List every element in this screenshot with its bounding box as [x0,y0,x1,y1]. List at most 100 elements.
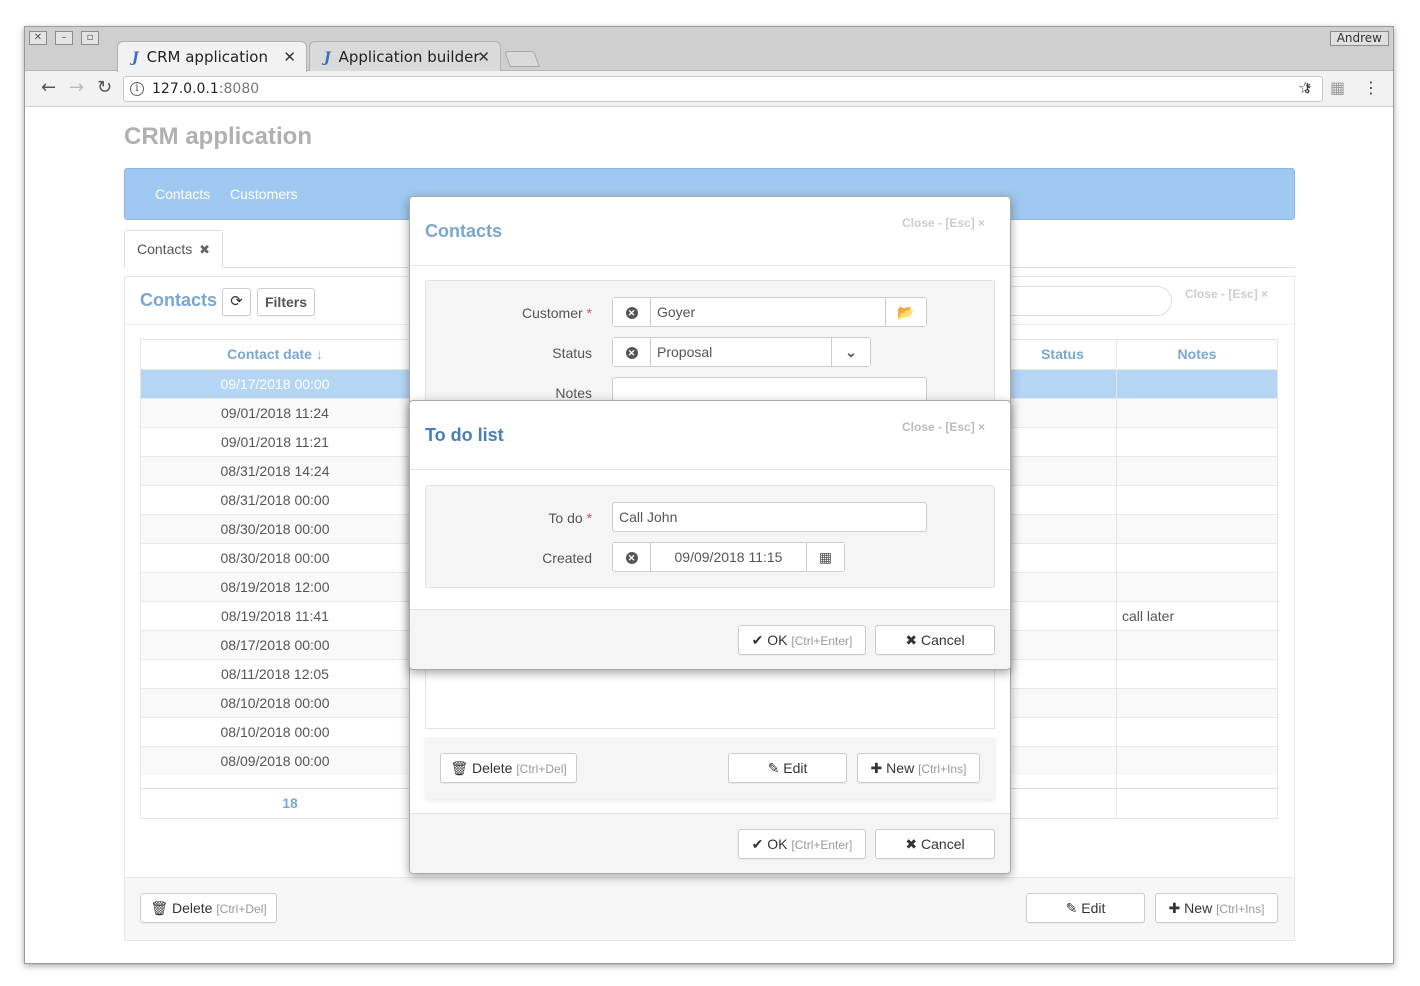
contact-date-cell: 08/11/2018 12:05 [221,666,329,682]
sort-desc-icon: ↓ [311,346,323,362]
bookmark-star-icon[interactable]: ☆ [1298,79,1312,97]
notes-cell: call later [1122,608,1175,624]
refresh-icon: ⟳ [230,293,243,310]
browser-menu-icon[interactable]: ⋮ [1363,79,1379,97]
dialog-title: Contacts [425,221,503,241]
contact-date-cell: 09/01/2018 11:24 [221,405,329,421]
cancel-button[interactable]: ✖ Cancel [875,625,995,655]
calendar-icon[interactable]: ▦ [806,543,844,571]
page-tab-contacts[interactable]: Contacts ✖ [124,230,223,268]
close-icon: ✖ [905,632,918,648]
nav-contacts[interactable]: Contacts [155,186,210,202]
new-tab-button[interactable] [504,51,540,67]
todo-action-bar: 🗑 Delete [Ctrl+Del] ✎ Edit ✚ New [Ctrl+I… [425,737,995,799]
browser-toolbar: ← → ↻ i 127.0.0.1:8080 ⚷ ☆ ▦ ⋮ [25,71,1393,107]
column-divider [1116,340,1117,818]
contact-date-cell: 08/10/2018 00:00 [220,724,330,740]
reload-icon[interactable]: ↻ [97,79,112,97]
contact-date-cell: 08/17/2018 00:00 [220,637,330,653]
status-label: Status [552,345,592,361]
chevron-down-icon[interactable]: ⌄ [831,338,870,366]
todo-input[interactable]: Call John [612,502,927,532]
column-header-notes[interactable]: Notes [1117,340,1277,369]
contact-date-cell: 08/31/2018 14:24 [220,463,330,479]
trash-icon: 🗑 [150,900,169,916]
refresh-button[interactable]: ⟳ [222,288,251,316]
window-minimize-icon[interactable]: – [55,31,73,45]
edit-icon: ✎ [1065,900,1078,916]
new-button[interactable]: ✚ New [Ctrl+Ins] [1155,893,1278,923]
app-favicon-icon: J [324,50,331,66]
status-select[interactable]: ✕ Proposal ⌄ [612,337,871,367]
address-bar[interactable]: i 127.0.0.1:8080 ⚷ [123,76,1323,102]
todo-delete-button[interactable]: 🗑 Delete [Ctrl+Del] [440,753,577,783]
created-label: Created [542,550,592,566]
todo-dialog: To do list Close - [Esc] × To do * Call … [409,400,1011,670]
tab-label: CRM application [146,48,268,66]
panel-action-bar: 🗑 Delete [Ctrl+Del] ✎ Edit ✚ New [Ctrl+I… [125,877,1294,940]
created-value: 09/09/2018 11:15 [674,549,783,565]
tab-close-icon[interactable]: ✕ [283,42,296,72]
dialog-divider [410,265,1010,266]
page-tab-label: Contacts [137,241,193,257]
created-datetime-field[interactable]: ✕ 09/09/2018 11:15 ▦ [612,542,845,572]
forward-arrow-icon[interactable]: → [69,79,84,97]
contact-date-cell: 08/30/2018 00:00 [220,521,330,537]
extensions-icon[interactable]: ▦ [1330,79,1345,97]
check-icon: ✔ [751,632,764,648]
notes-label: Notes [555,385,592,401]
dialog-close-hint[interactable]: Close - [Esc] × [902,216,985,230]
panel-close-hint[interactable]: Close - [Esc] × [1185,287,1268,301]
column-header-contact-date[interactable]: Contact date ↓ [141,340,409,369]
trash-icon: 🗑 [450,760,469,776]
contact-date-cell: 08/09/2018 00:00 [220,753,330,769]
todo-new-button[interactable]: ✚ New [Ctrl+Ins] [857,753,980,783]
todo-edit-button[interactable]: ✎ Edit [728,753,847,783]
check-icon: ✔ [751,836,764,852]
customer-field[interactable]: ✕ Goyer 📂 [612,297,927,327]
profile-user-badge[interactable]: Andrew [1329,31,1389,46]
delete-button[interactable]: 🗑 Delete [Ctrl+Del] [140,893,277,923]
contact-date-cell: 08/10/2018 00:00 [220,695,330,711]
clear-icon[interactable]: ✕ [613,298,651,326]
todo-value: Call John [619,509,678,525]
site-info-icon[interactable]: i [130,82,144,96]
customer-label: Customer * [521,305,592,321]
ok-button[interactable]: ✔ OK [Ctrl+Enter] [738,625,866,655]
dialog-close-hint[interactable]: Close - [Esc] × [902,420,985,434]
dialog-title: To do list [425,425,504,445]
contact-date-cell: 09/01/2018 11:21 [221,434,329,450]
contact-date-cell: 08/31/2018 00:00 [220,492,330,508]
clear-icon[interactable]: ✕ [613,543,651,571]
window-close-icon[interactable]: ✕ [29,31,47,45]
back-arrow-icon[interactable]: ← [41,79,56,97]
dialog-divider [410,469,1010,470]
contact-date-cell: 08/19/2018 11:41 [221,608,329,624]
edit-icon: ✎ [767,760,780,776]
contact-dialog-footer: ✔ OK [Ctrl+Enter] ✖ Cancel [410,813,1010,873]
folder-open-icon[interactable]: 📂 [885,298,926,326]
cancel-button[interactable]: ✖ Cancel [875,829,995,859]
status-value: Proposal [657,344,713,360]
contact-date-cell: 08/30/2018 00:00 [220,550,330,566]
column-header-status[interactable]: Status [1009,340,1116,369]
browser-tab-builder[interactable]: J Application builder ✕ [309,41,501,72]
browser-titlebar: ✕ – ▫ Andrew J CRM application ✕ J Applica… [25,27,1393,72]
close-tab-icon[interactable]: ✖ [199,242,210,257]
filters-button[interactable]: Filters [257,288,315,316]
contact-date-cell: 09/17/2018 00:00 [220,376,330,392]
tab-close-icon[interactable]: ✕ [477,42,490,72]
app-favicon-icon: J [132,50,139,66]
edit-button[interactable]: ✎ Edit [1026,893,1145,923]
window-maximize-icon[interactable]: ▫ [81,31,99,45]
nav-customers[interactable]: Customers [230,186,298,202]
total-count: 18 [282,795,298,811]
customer-value: Goyer [657,304,696,320]
clear-icon[interactable]: ✕ [613,338,651,366]
ok-button[interactable]: ✔ OK [Ctrl+Enter] [738,829,866,859]
search-input[interactable] [985,286,1172,316]
address-url: 127.0.0.1:8080 [152,81,260,97]
todo-label: To do * [548,510,592,526]
todo-dialog-footer: ✔ OK [Ctrl+Enter] ✖ Cancel [410,609,1010,669]
browser-tab-crm[interactable]: J CRM application ✕ [117,41,307,72]
